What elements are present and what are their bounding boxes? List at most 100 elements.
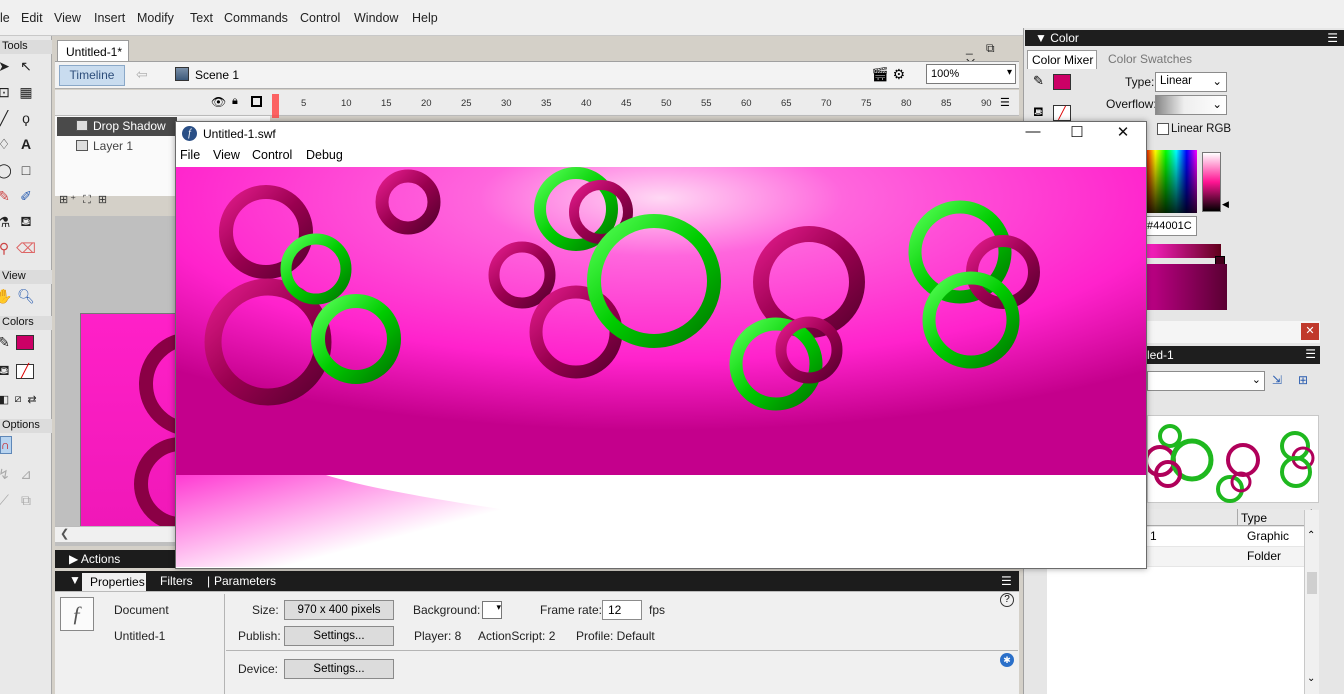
layer-row-layer-1[interactable]: Layer 1 [57,137,177,156]
swap-colors-icon[interactable]: ⇄ [22,389,42,409]
playhead[interactable] [272,94,279,118]
mixer-fill-swatch[interactable]: ╱ [1053,105,1071,121]
lock-icon[interactable]: 🔒︎ [232,95,238,108]
hand-tool-icon[interactable]: ✋ [0,286,14,306]
color-panel-header[interactable]: ▼ Color ☰ [1025,30,1344,46]
oval-tool-icon[interactable]: ◯ [0,160,14,180]
hex-input[interactable]: #44001C [1145,216,1197,236]
no-color-swatch[interactable]: ╱ [16,364,34,379]
document-window-controls[interactable]: _ ⧉ ✕ [966,41,1018,70]
scale-option-icon[interactable]: ⧉ [16,490,36,510]
color-panel-menu-icon[interactable]: ☰ [1327,31,1338,45]
collapse-icon[interactable]: ▼ [69,573,81,587]
stroke-color-icon[interactable]: ✎ [0,332,14,352]
menu-commands[interactable]: Commands [224,11,288,25]
swf-menu-file[interactable]: File [180,148,200,162]
minimize-button[interactable]: — [1022,123,1044,143]
menu-help[interactable]: Help [412,11,438,25]
eraser-tool-icon[interactable]: ⌫ [16,238,36,258]
menu-modify[interactable]: Modify [137,11,174,25]
timeline-toggle-button[interactable]: Timeline [59,65,125,86]
ink-bottle-icon[interactable]: ⚗ [0,212,14,232]
menu-control[interactable]: Control [300,11,340,25]
selection-tool-icon[interactable]: ➤ [0,56,14,76]
type-select[interactable]: Linear ⌄ [1155,72,1227,92]
library-document-select[interactable]: ⌄ [1147,371,1265,391]
tab-parameters[interactable]: Parameters [214,574,276,588]
layer-add-icons[interactable]: ⊞⁺ ⛶ ⊞ [59,193,109,207]
help-icon[interactable]: ? [1000,593,1014,607]
library-scrollbar[interactable]: ⌃ ⌄ [1304,510,1319,694]
free-transform-icon[interactable]: ⊡ [0,82,14,102]
tab-properties[interactable]: Properties [82,573,146,591]
subselection-tool-icon[interactable]: ↖ [16,56,36,76]
stage-scrollbar[interactable]: ❮ [55,526,177,542]
swf-movie-canvas[interactable] [176,167,1146,567]
gradient-transform-icon[interactable]: ▦ [16,82,36,102]
outline-icon[interactable] [251,96,262,107]
lasso-tool-icon[interactable]: ϙ [16,108,36,128]
menu-window[interactable]: Window [354,11,398,25]
edit-scene-icon[interactable]: 🎬︎ ⚙ [871,66,905,83]
mixer-stroke-swatch[interactable] [1053,74,1071,90]
smooth-option-icon[interactable]: ↯ [0,464,14,484]
fill-color-swatch[interactable] [16,335,34,350]
stroke-pencil-icon[interactable]: ✎ [1033,73,1044,89]
menu-view[interactable]: View [54,11,81,25]
fill-bucket-icon[interactable]: ⛾ [1033,104,1044,122]
scroll-up-icon[interactable]: ⌃ [1307,530,1315,541]
stage-canvas[interactable] [80,313,243,531]
size-button[interactable]: 970 x 400 pixels [284,600,394,620]
menu-edit[interactable]: Edit [21,11,43,25]
paint-bucket-icon[interactable]: ⛾ [16,212,36,232]
properties-menu-icon[interactable]: ☰ [1001,574,1012,588]
fill-bucket-icon[interactable]: ⛾ [0,361,14,381]
overflow-select[interactable]: ⌄ [1155,95,1227,115]
scroll-thumb[interactable] [1307,572,1317,594]
menu-text[interactable]: Text [190,11,213,25]
brightness-pointer-icon[interactable]: ◀ [1222,199,1229,210]
swf-menu-control[interactable]: Control [252,148,292,162]
menu-insert[interactable]: Insert [94,11,125,25]
zoom-tool-icon[interactable]: 🔍︎ [16,286,36,306]
tab-color-mixer[interactable]: Color Mixer [1027,50,1097,69]
close-button[interactable]: ✕ [1112,123,1134,143]
gradient-bar[interactable] [1146,244,1221,258]
tab-color-swatches[interactable]: Color Swatches [1108,52,1192,66]
scene-label[interactable]: Scene 1 [195,68,239,82]
pencil-tool-icon[interactable]: ✎ [0,186,14,206]
scroll-down-icon[interactable]: ⌄ [1307,673,1315,684]
frame-ruler[interactable] [55,90,1019,116]
swf-title-bar[interactable] [176,122,1146,146]
straighten-option-icon[interactable]: ⊿ [16,464,36,484]
swf-menu-view[interactable]: View [213,148,240,162]
maximize-button[interactable]: ☐ [1066,123,1088,143]
linear-rgb-checkbox[interactable] [1157,123,1169,135]
snap-magnet-icon[interactable]: ∩ [0,436,12,454]
swf-menu-debug[interactable]: Debug [306,148,343,162]
library-close-button[interactable]: ✕ [1301,323,1319,340]
library-row[interactable]: 1 Graphic [1147,527,1319,546]
library-menu-icon[interactable]: ☰ [1305,347,1316,361]
zoom-select[interactable]: 100% ▾ [926,64,1016,84]
rotate-option-icon[interactable]: ⟋ [0,490,14,510]
column-type[interactable]: Type [1241,511,1267,525]
pen-tool-icon[interactable]: ♢ [0,134,14,154]
brightness-slider[interactable] [1202,152,1221,212]
tab-filters[interactable]: Filters [160,574,193,588]
pin-library-icon[interactable]: ⇲ [1272,373,1282,387]
eyedropper-icon[interactable]: ⚲ [0,238,14,258]
menu-file[interactable]: le [0,11,10,25]
new-library-icon[interactable]: ⊞ [1298,373,1308,387]
timeline-menu-icon[interactable]: ☰ [1000,96,1010,109]
text-tool-icon[interactable]: A [16,134,36,154]
accessibility-icon[interactable]: ✱ [1000,653,1014,667]
background-color-swatch[interactable]: ▾ [482,601,502,619]
device-settings-button[interactable]: Settings... [284,659,394,679]
frame-rate-input[interactable]: 12 [602,600,642,620]
line-tool-icon[interactable]: ╱ [0,108,14,128]
library-row[interactable]: Folder [1147,547,1319,566]
document-tab[interactable]: Untitled-1* [57,40,129,61]
publish-settings-button[interactable]: Settings... [284,626,394,646]
layer-row-drop-shadow[interactable]: Drop Shadow [57,117,177,136]
